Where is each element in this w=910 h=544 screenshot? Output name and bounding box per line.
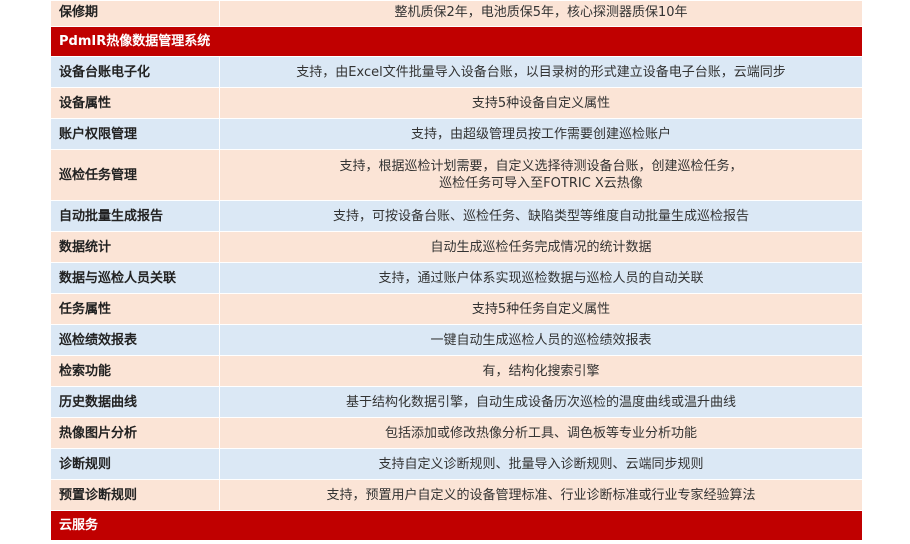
table-row-warranty: 保修期 整机质保2年，电池质保5年，核心探测器质保10年	[50, 0, 863, 27]
row-value: 包括添加或修改热像分析工具、调色板等专业分析功能	[219, 417, 863, 449]
section-title: PdmIR热像数据管理系统	[50, 26, 863, 57]
table-row: 预置诊断规则 支持，预置用户自定义的设备管理标准、行业诊断标准或行业专家经验算法	[50, 479, 863, 511]
spec-table: 保修期 整机质保2年，电池质保5年，核心探测器质保10年 PdmIR热像数据管理…	[50, 0, 863, 541]
row-label: 设备台账电子化	[50, 56, 220, 88]
row-value: 支持5种任务自定义属性	[219, 293, 863, 325]
table-row: 热像图片分析 包括添加或修改热像分析工具、调色板等专业分析功能	[50, 417, 863, 449]
row-label: 自动批量生成报告	[50, 200, 220, 232]
row-value: 支持自定义诊断规则、批量导入诊断规则、云端同步规则	[219, 448, 863, 480]
section-title: 云服务	[50, 510, 863, 541]
row-value: 支持，根据巡检计划需要，自定义选择待测设备台账，创建巡检任务， 巡检任务可导入至…	[219, 149, 863, 201]
row-value: 基于结构化数据引擎，自动生成设备历次巡检的温度曲线或温升曲线	[219, 386, 863, 418]
row-value-line-2: 巡检任务可导入至FOTRIC X云热像	[439, 176, 643, 191]
table-row: 巡检任务管理 支持，根据巡检计划需要，自定义选择待测设备台账，创建巡检任务， 巡…	[50, 149, 863, 201]
row-value: 支持，由Excel文件批量导入设备台账，以目录树的形式建立设备电子台账，云端同步	[219, 56, 863, 88]
row-label: 账户权限管理	[50, 118, 220, 150]
row-label: 预置诊断规则	[50, 479, 220, 511]
section-header-cloud: 云服务	[50, 510, 863, 541]
table-row: 数据与巡检人员关联 支持，通过账户体系实现巡检数据与巡检人员的自动关联	[50, 262, 863, 294]
table-row: 设备台账电子化 支持，由Excel文件批量导入设备台账，以目录树的形式建立设备电…	[50, 56, 863, 88]
row-label: 历史数据曲线	[50, 386, 220, 418]
row-value: 自动生成巡检任务完成情况的统计数据	[219, 231, 863, 263]
row-value: 支持，通过账户体系实现巡检数据与巡检人员的自动关联	[219, 262, 863, 294]
row-label: 任务属性	[50, 293, 220, 325]
table-row: 账户权限管理 支持，由超级管理员按工作需要创建巡检账户	[50, 118, 863, 150]
row-label: 巡检任务管理	[50, 149, 220, 201]
row-label: 数据与巡检人员关联	[50, 262, 220, 294]
table-row: 检索功能 有，结构化搜索引擎	[50, 355, 863, 387]
row-value: 支持，由超级管理员按工作需要创建巡检账户	[219, 118, 863, 150]
row-value: 支持，可按设备台账、巡检任务、缺陷类型等维度自动批量生成巡检报告	[219, 200, 863, 232]
row-value-line-1: 支持，根据巡检计划需要，自定义选择待测设备台账，创建巡检任务，	[339, 159, 743, 174]
row-value: 一键自动生成巡检人员的巡检绩效报表	[219, 324, 863, 356]
row-label: 设备属性	[50, 87, 220, 119]
table-row: 自动批量生成报告 支持，可按设备台账、巡检任务、缺陷类型等维度自动批量生成巡检报…	[50, 200, 863, 232]
table-row: 数据统计 自动生成巡检任务完成情况的统计数据	[50, 231, 863, 263]
row-label: 检索功能	[50, 355, 220, 387]
table-row: 诊断规则 支持自定义诊断规则、批量导入诊断规则、云端同步规则	[50, 448, 863, 480]
section-header-pdmir: PdmIR热像数据管理系统	[50, 26, 863, 57]
table-row: 任务属性 支持5种任务自定义属性	[50, 293, 863, 325]
row-label: 保修期	[50, 0, 220, 27]
table-row: 历史数据曲线 基于结构化数据引擎，自动生成设备历次巡检的温度曲线或温升曲线	[50, 386, 863, 418]
row-label: 数据统计	[50, 231, 220, 263]
row-label: 诊断规则	[50, 448, 220, 480]
row-value: 有，结构化搜索引擎	[219, 355, 863, 387]
row-label: 巡检绩效报表	[50, 324, 220, 356]
row-value: 支持5种设备自定义属性	[219, 87, 863, 119]
table-row: 巡检绩效报表 一键自动生成巡检人员的巡检绩效报表	[50, 324, 863, 356]
row-value: 整机质保2年，电池质保5年，核心探测器质保10年	[219, 0, 863, 27]
row-value: 支持，预置用户自定义的设备管理标准、行业诊断标准或行业专家经验算法	[219, 479, 863, 511]
row-label: 热像图片分析	[50, 417, 220, 449]
table-row: 设备属性 支持5种设备自定义属性	[50, 87, 863, 119]
